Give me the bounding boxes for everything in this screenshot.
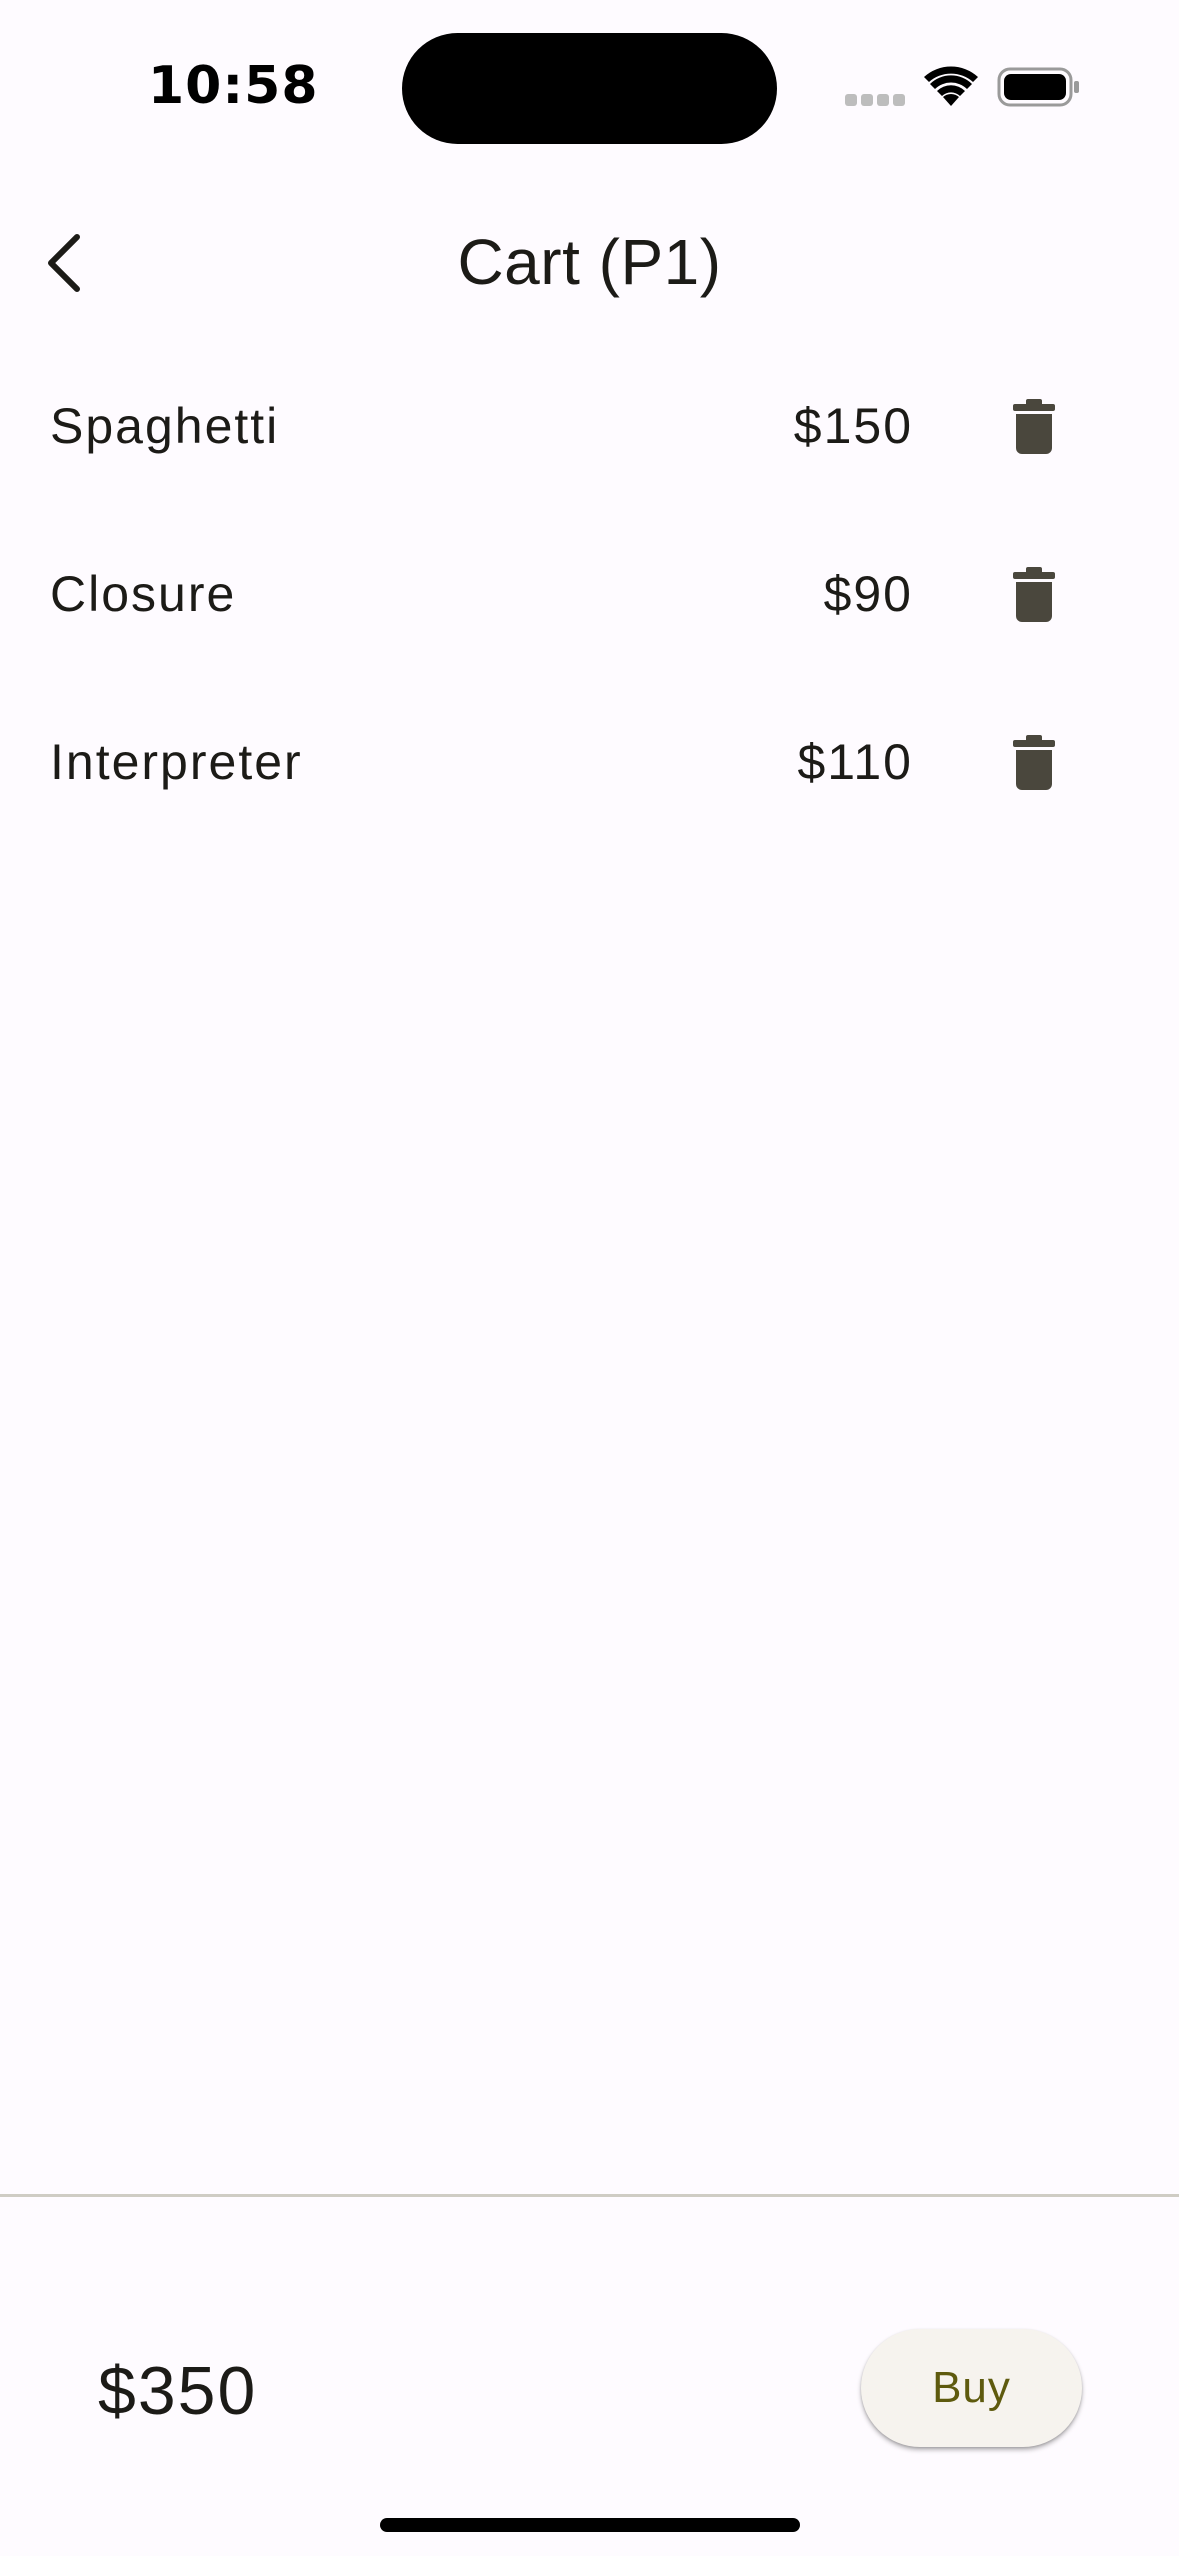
home-indicator[interactable]	[380, 2518, 800, 2532]
trash-icon	[1013, 567, 1055, 622]
item-price: $90	[823, 566, 913, 622]
page-title: Cart (P1)	[457, 226, 722, 298]
cart-item: Closure $90	[0, 513, 1179, 681]
trash-icon	[1013, 735, 1055, 790]
cart-list: Spaghetti $150 Closure $90 Interpreter $…	[0, 345, 1179, 849]
item-name: Interpreter	[50, 734, 303, 790]
dynamic-island	[402, 33, 777, 144]
cart-item: Spaghetti $150	[0, 345, 1179, 513]
bottom-divider	[0, 2194, 1179, 2197]
battery-icon	[997, 66, 1081, 108]
status-time: 10:58	[148, 56, 319, 116]
cellular-signal-icon	[845, 94, 905, 108]
cart-total: $350	[98, 2353, 258, 2429]
delete-item-button[interactable]	[988, 549, 1080, 641]
app-bar: Cart (P1)	[0, 175, 1179, 350]
item-price: $150	[793, 398, 913, 454]
buy-button[interactable]: Buy	[861, 2329, 1082, 2447]
delete-item-button[interactable]	[988, 717, 1080, 809]
status-bar: 10:58	[0, 0, 1179, 175]
wifi-icon	[924, 66, 978, 108]
trash-icon	[1013, 399, 1055, 454]
delete-item-button[interactable]	[988, 381, 1080, 473]
item-name: Closure	[50, 566, 237, 622]
item-name: Spaghetti	[50, 398, 280, 454]
item-price: $110	[797, 734, 913, 790]
cart-item: Interpreter $110	[0, 681, 1179, 849]
